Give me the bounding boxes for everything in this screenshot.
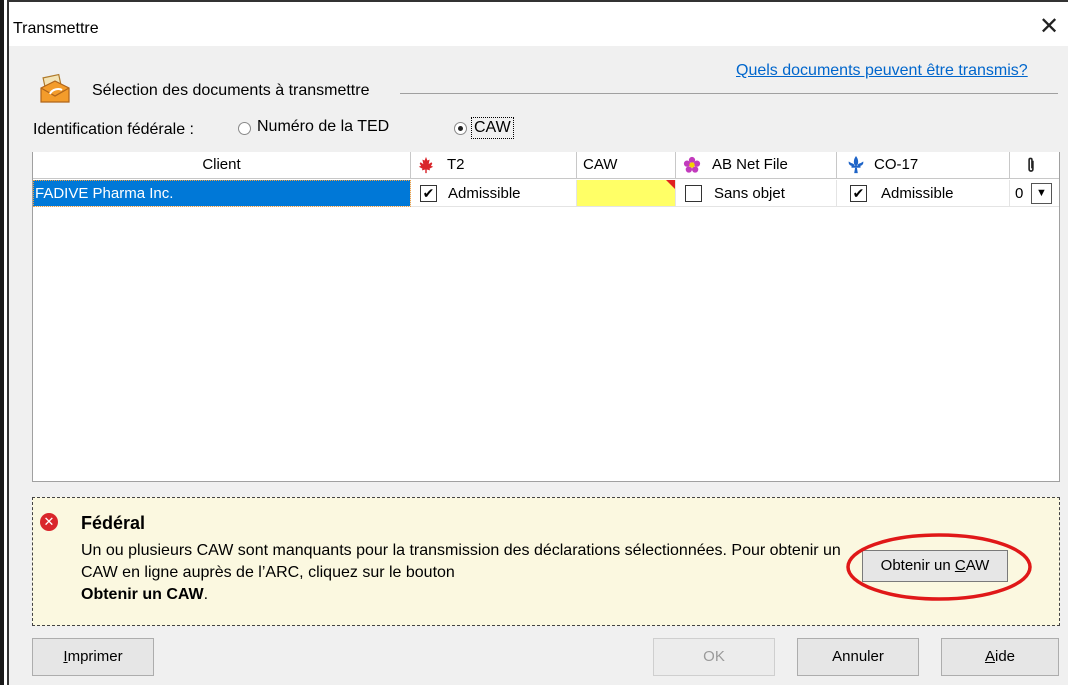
section-divider bbox=[400, 93, 1058, 94]
help-label-rest: ide bbox=[994, 648, 1016, 665]
highlight-ellipse bbox=[846, 533, 1032, 601]
warning-message-button-ref: Obtenir un CAW bbox=[81, 586, 204, 603]
column-header-ab-label: AB Net File bbox=[712, 156, 788, 173]
column-header-t2-label: T2 bbox=[447, 156, 465, 173]
warning-title: Fédéral bbox=[81, 513, 146, 533]
federal-identification-label: Identification fédérale : bbox=[33, 121, 194, 138]
cancel-button[interactable]: Annuler bbox=[797, 638, 919, 676]
radio-caw[interactable] bbox=[454, 122, 467, 135]
column-header-t2[interactable]: T2 bbox=[411, 152, 577, 179]
column-header-ab-net-file[interactable]: AB Net File bbox=[676, 152, 837, 179]
radio-caw-label[interactable]: CAW bbox=[471, 117, 514, 139]
window-left-edge bbox=[0, 0, 4, 685]
co17-cell[interactable]: ✔ Admissible bbox=[837, 180, 1010, 207]
help-button[interactable]: Aide bbox=[941, 638, 1059, 676]
ok-button[interactable]: OK bbox=[653, 638, 775, 676]
error-icon: ✕ bbox=[40, 513, 58, 531]
ab-net-file-status: Sans objet bbox=[714, 185, 785, 202]
t2-status: Admissible bbox=[448, 185, 521, 202]
paperclip-icon bbox=[1028, 157, 1034, 172]
radio-selected-dot bbox=[458, 126, 463, 131]
caw-cell-missing[interactable] bbox=[577, 180, 676, 207]
client-cell[interactable]: FADIVE Pharma Inc. bbox=[33, 180, 411, 207]
column-header-caw[interactable]: CAW bbox=[577, 152, 676, 179]
warning-message-text: Un ou plusieurs CAW sont manquants pour … bbox=[81, 542, 841, 581]
help-accelerator: A bbox=[984, 648, 995, 665]
alberta-rose-icon bbox=[683, 156, 701, 173]
window-title: Transmettre bbox=[13, 20, 99, 37]
quebec-fleur-de-lis-icon bbox=[848, 156, 864, 174]
column-header-client[interactable]: Client bbox=[33, 152, 411, 179]
canada-maple-leaf-icon bbox=[418, 156, 434, 174]
close-button[interactable]: ✕ bbox=[1034, 12, 1064, 42]
attachments-dropdown-button[interactable]: ▼ bbox=[1031, 183, 1052, 204]
co17-status: Admissible bbox=[881, 185, 954, 202]
radio-ted[interactable] bbox=[238, 122, 251, 135]
documents-send-icon bbox=[40, 73, 70, 103]
t2-checkbox[interactable]: ✔ bbox=[420, 185, 437, 202]
print-button[interactable]: Imprimer bbox=[32, 638, 154, 676]
title-bar bbox=[9, 2, 1068, 46]
attachments-cell[interactable]: 0 ▼ bbox=[1010, 180, 1059, 207]
warning-message-end: . bbox=[203, 586, 209, 603]
column-header-co17[interactable]: CO-17 bbox=[837, 152, 1010, 179]
radio-ted-label[interactable]: Numéro de la TED bbox=[257, 118, 389, 136]
warning-message: Un ou plusieurs CAW sont manquants pour … bbox=[81, 540, 841, 606]
missing-value-marker bbox=[666, 180, 675, 189]
ab-net-file-cell[interactable]: Sans objet bbox=[676, 180, 837, 207]
column-header-co17-label: CO-17 bbox=[874, 156, 919, 173]
section-title: Sélection des documents à transmettre bbox=[92, 82, 370, 99]
column-header-caw-label: CAW bbox=[583, 156, 618, 173]
t2-cell[interactable]: ✔ Admissible bbox=[411, 180, 577, 207]
eligible-documents-help-link[interactable]: Quels documents peuvent être transmis? bbox=[736, 62, 1028, 80]
attachments-count: 0 bbox=[1015, 185, 1024, 202]
ab-net-file-checkbox[interactable] bbox=[685, 185, 702, 202]
print-label-rest: mprimer bbox=[67, 648, 123, 665]
co17-checkbox[interactable]: ✔ bbox=[850, 185, 867, 202]
column-header-attachments[interactable] bbox=[1010, 152, 1059, 179]
